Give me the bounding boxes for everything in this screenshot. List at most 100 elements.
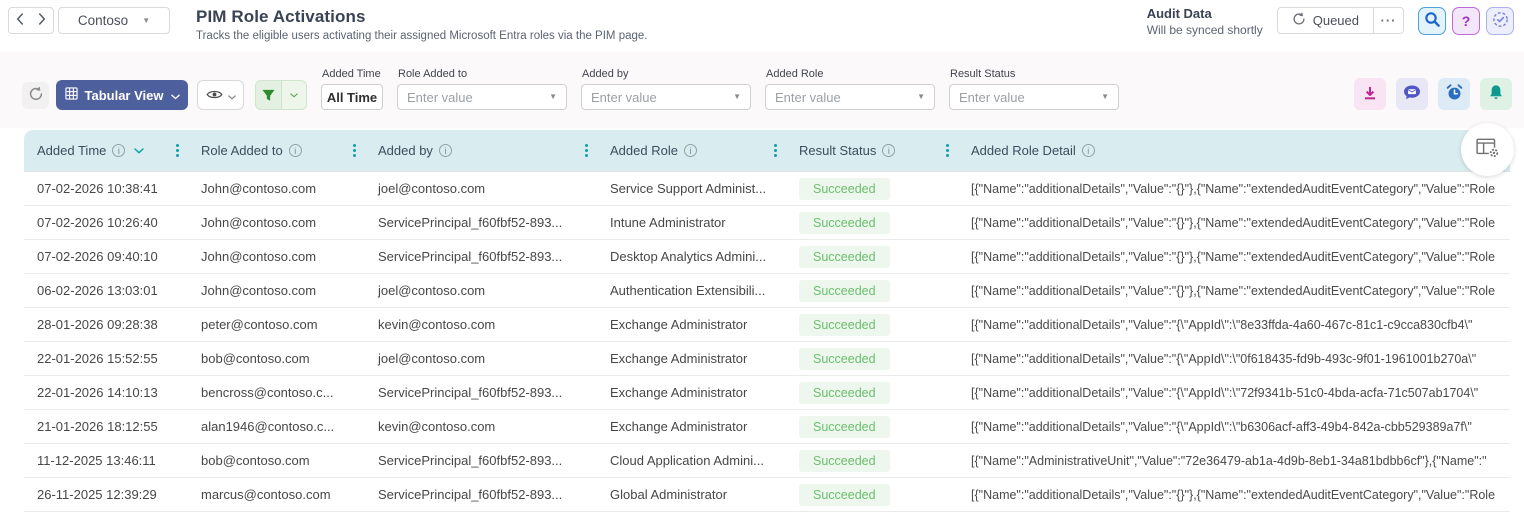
- cell-added-role-detail: [{"Name":"additionalDetails","Value":"{}…: [971, 487, 1496, 502]
- column-header-result-status[interactable]: Result Status i: [786, 130, 958, 171]
- page-subtitle: Tracks the eligible users activating the…: [196, 30, 648, 42]
- filter-placeholder: Enter value: [591, 89, 657, 105]
- audit-data-subtitle: Will be synced shortly: [1146, 23, 1263, 37]
- table-row[interactable]: 22-01-2026 14:10:13 bencross@contoso.c..…: [24, 376, 1510, 410]
- status-badge: Succeeded: [799, 177, 890, 200]
- info-icon[interactable]: i: [112, 144, 126, 157]
- status-badge: Succeeded: [799, 245, 890, 268]
- column-menu-icon[interactable]: [774, 143, 777, 147]
- chevron-right-icon: [38, 13, 46, 28]
- table-row[interactable]: 07-02-2026 10:38:41 John@contoso.com joe…: [24, 172, 1510, 206]
- cell-added-role: Global Administrator: [610, 487, 728, 502]
- cell-added-role-detail: [{"Name":"additionalDetails","Value":"{}…: [971, 215, 1496, 230]
- column-label: Role Added to: [201, 143, 283, 158]
- column-header-added-by[interactable]: Added by i: [365, 130, 597, 171]
- tabular-view-button[interactable]: Tabular View: [56, 80, 188, 110]
- more-options-button[interactable]: ···: [1373, 8, 1403, 33]
- sync-icon: [1292, 12, 1306, 29]
- column-label: Added Time: [37, 143, 107, 158]
- column-settings-button[interactable]: [1461, 123, 1514, 176]
- download-button[interactable]: [1354, 78, 1386, 110]
- message-button[interactable]: [1396, 78, 1428, 110]
- table-row[interactable]: 22-01-2026 15:52:55 bob@contoso.com joel…: [24, 342, 1510, 376]
- question-mark-icon: ?: [1461, 13, 1471, 29]
- cell-added-role: Desktop Analytics Admini...: [610, 249, 767, 264]
- added-by-select[interactable]: Enter value ▼: [581, 84, 751, 110]
- role-added-to-select[interactable]: Enter value ▼: [397, 84, 567, 110]
- table-row[interactable]: 07-02-2026 09:40:10 John@contoso.com Ser…: [24, 240, 1510, 274]
- cell-result-status: Succeeded: [786, 177, 958, 200]
- info-icon[interactable]: i: [1081, 144, 1095, 157]
- cell-added-role-detail: [{"Name":"additionalDetails","Value":"{}…: [971, 181, 1496, 196]
- cell-role-added-to: John@contoso.com: [201, 283, 317, 298]
- filter-button[interactable]: [255, 80, 307, 110]
- info-icon[interactable]: i: [438, 144, 452, 157]
- page-title: PIM Role Activations: [196, 7, 366, 26]
- info-icon[interactable]: i: [882, 144, 896, 157]
- cell-result-status: Succeeded: [786, 211, 958, 234]
- cell-result-status: Succeeded: [786, 381, 958, 404]
- chevron-down-icon: [170, 88, 180, 103]
- column-header-added-time[interactable]: Added Time i: [24, 130, 188, 171]
- queued-status-button[interactable]: Queued: [1278, 8, 1373, 33]
- column-menu-icon[interactable]: [176, 143, 179, 147]
- column-header-added-role-detail[interactable]: Added Role Detail i: [958, 130, 1510, 171]
- table-row[interactable]: 28-01-2026 09:28:38 peter@contoso.com ke…: [24, 308, 1510, 342]
- cell-added-by: joel@contoso.com: [378, 283, 486, 298]
- filter-added-by: Added by Enter value ▼: [581, 68, 751, 110]
- table-row[interactable]: 11-12-2025 13:46:11 bob@contoso.com Serv…: [24, 444, 1510, 478]
- filter-placeholder: Enter value: [407, 89, 473, 105]
- cell-added-role: Cloud Application Admini...: [610, 453, 764, 468]
- info-icon[interactable]: i: [288, 144, 302, 157]
- grid-icon: [64, 87, 78, 103]
- refresh-button[interactable]: [22, 82, 49, 109]
- cell-added-time: 06-02-2026 13:03:01: [37, 283, 158, 298]
- search-button[interactable]: [1418, 7, 1446, 35]
- cell-role-added-to: bencross@contoso.c...: [201, 385, 334, 400]
- refresh-icon: [28, 86, 44, 105]
- chevron-down-icon: ▼: [549, 92, 557, 101]
- column-visibility-button[interactable]: [197, 80, 244, 110]
- cell-added-role: Exchange Administrator: [610, 419, 748, 434]
- cell-added-by: ServicePrincipal_f60fbf52-893...: [378, 487, 563, 502]
- help-button[interactable]: ?: [1452, 7, 1480, 35]
- scheduled-check-button[interactable]: [1486, 7, 1514, 35]
- column-header-added-role[interactable]: Added Role i: [597, 130, 786, 171]
- added-role-select[interactable]: Enter value ▼: [765, 84, 935, 110]
- nav-arrows: [8, 7, 54, 34]
- column-menu-icon[interactable]: [946, 143, 949, 147]
- column-header-role-added-to[interactable]: Role Added to i: [188, 130, 365, 171]
- cell-result-status: Succeeded: [786, 279, 958, 302]
- cell-role-added-to: John@contoso.com: [201, 215, 317, 230]
- download-icon: [1362, 85, 1378, 104]
- table-row[interactable]: 21-01-2026 18:12:55 alan1946@contoso.c..…: [24, 410, 1510, 444]
- cell-added-time: 22-01-2026 15:52:55: [37, 351, 158, 366]
- table-row[interactable]: 26-11-2025 12:39:29 marcus@contoso.com S…: [24, 478, 1510, 512]
- tenant-name: Contoso: [77, 13, 129, 28]
- alarm-clock-icon: [1446, 84, 1463, 104]
- column-menu-icon[interactable]: [585, 143, 588, 147]
- table-row[interactable]: 07-02-2026 10:26:40 John@contoso.com Ser…: [24, 206, 1510, 240]
- chevron-down-icon: ▼: [1101, 92, 1109, 101]
- cell-role-added-to: alan1946@contoso.c...: [201, 419, 335, 434]
- nav-back-button[interactable]: [9, 8, 31, 33]
- cell-result-status: Succeeded: [786, 449, 958, 472]
- info-icon[interactable]: i: [683, 144, 697, 157]
- chevron-down-icon: [227, 88, 236, 103]
- ellipsis-icon: ···: [1380, 13, 1397, 28]
- filter-label: Added by: [582, 68, 629, 80]
- sort-descending-icon[interactable]: [134, 147, 145, 154]
- cell-added-role-detail: [{"Name":"additionalDetails","Value":"{\…: [971, 351, 1477, 366]
- result-status-select[interactable]: Enter value ▼: [949, 84, 1119, 110]
- cell-added-time: 07-02-2026 09:40:10: [37, 249, 158, 264]
- filter-chevron-segment[interactable]: [280, 81, 306, 109]
- column-menu-icon[interactable]: [353, 143, 356, 147]
- tenant-selector[interactable]: Contoso ▼: [58, 7, 170, 34]
- notification-bell-button[interactable]: [1480, 78, 1512, 110]
- cell-added-time: 07-02-2026 10:38:41: [37, 181, 158, 196]
- table-row[interactable]: 06-02-2026 13:03:01 John@contoso.com joe…: [24, 274, 1510, 308]
- added-time-filter-button[interactable]: All Time: [321, 84, 383, 110]
- column-label: Result Status: [799, 143, 877, 158]
- alarm-button[interactable]: [1438, 78, 1470, 110]
- nav-forward-button[interactable]: [31, 8, 53, 33]
